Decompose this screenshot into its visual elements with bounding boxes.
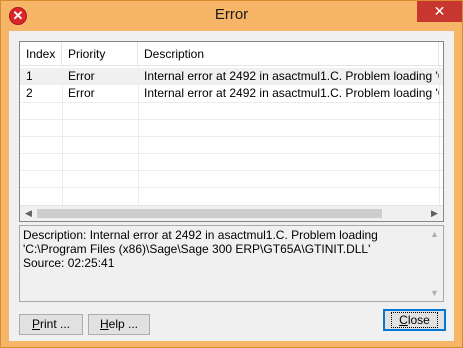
row-index: 2 — [26, 86, 33, 100]
row-source: ( — [439, 68, 443, 85]
list-header: Index Priority Description S — [20, 42, 443, 66]
scroll-right-icon[interactable]: ▶ — [426, 206, 443, 221]
column-header-description[interactable]: Description — [138, 42, 439, 66]
help-button[interactable]: Help ... — [88, 314, 150, 335]
focus-rect: Close — [391, 312, 438, 328]
row-source: ( — [439, 85, 443, 102]
row-description: Internal error at 2492 in asactmul1.C. P… — [144, 69, 439, 83]
error-list[interactable]: Index Priority Description S 1 Error Int… — [19, 41, 444, 222]
grid-line — [20, 153, 443, 154]
window-title: Error — [214, 6, 249, 23]
grid-line — [20, 119, 443, 120]
help-label: elp ... — [108, 317, 139, 331]
scroll-down-icon[interactable]: ▼ — [426, 285, 443, 301]
error-dialog: ✕ Error ✕ Index Priority Description S 1 — [0, 0, 463, 348]
print-accelerator: P — [31, 317, 40, 331]
detail-source: Source: 02:25:41 — [23, 256, 115, 270]
grid-line — [20, 136, 443, 137]
horizontal-scrollbar[interactable]: ◀ ▶ — [20, 205, 443, 221]
dialog-body: Index Priority Description S 1 Error Int… — [9, 31, 454, 341]
close-accelerator: C — [399, 313, 408, 327]
details-text[interactable]: Description: Internal error at 2492 in a… — [19, 225, 444, 302]
row-index: 1 — [26, 69, 33, 83]
column-header-index[interactable]: Index — [20, 42, 62, 66]
window-close-button[interactable]: ✕ — [417, 1, 462, 22]
close-icon: ✕ — [433, 3, 446, 19]
detail-description: Description: Internal error at 2492 in a… — [23, 228, 378, 256]
vertical-scrollbar[interactable]: ▲ ▼ — [426, 226, 443, 301]
column-header-source[interactable]: S — [439, 42, 443, 66]
grid-line — [20, 102, 443, 103]
help-accelerator: H — [99, 317, 109, 331]
row-priority: Error — [68, 69, 95, 83]
table-row[interactable]: 1 Error Internal error at 2492 in asactm… — [20, 68, 443, 85]
close-button[interactable]: Close — [383, 309, 446, 331]
row-priority: Error — [68, 86, 95, 100]
column-header-priority[interactable]: Priority — [62, 42, 138, 66]
title-bar[interactable]: ✕ Error ✕ — [1, 1, 462, 31]
close-label: lose — [407, 313, 430, 327]
print-label: rint ... — [40, 317, 71, 331]
table-row[interactable]: 2 Error Internal error at 2492 in asactm… — [20, 85, 443, 102]
scroll-up-icon[interactable]: ▲ — [426, 226, 443, 242]
grid-line — [20, 170, 443, 171]
print-button[interactable]: Print ... — [19, 314, 83, 335]
grid-line — [20, 187, 443, 188]
row-description: Internal error at 2492 in asactmul1.C. P… — [144, 86, 439, 100]
scroll-thumb[interactable] — [37, 209, 382, 218]
scroll-left-icon[interactable]: ◀ — [20, 206, 37, 221]
